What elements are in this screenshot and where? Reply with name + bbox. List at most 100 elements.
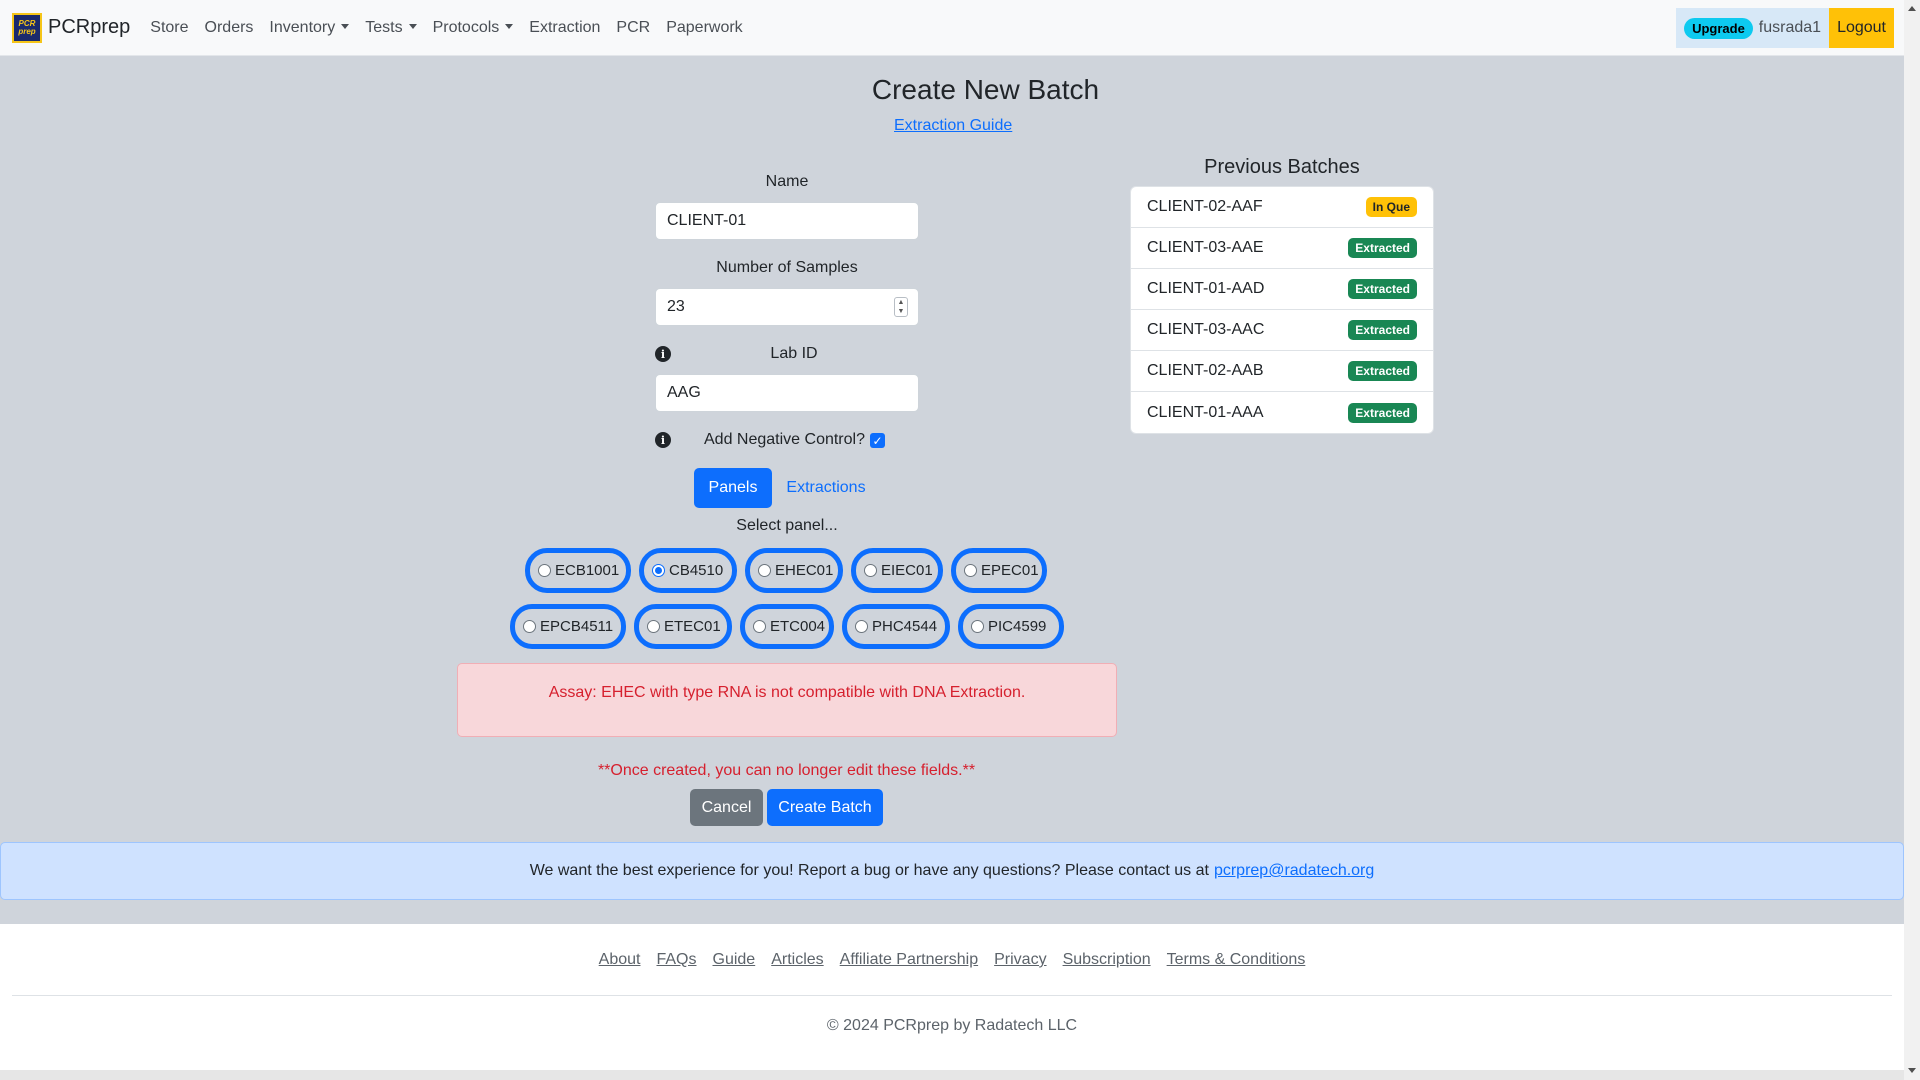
footer-link-about[interactable]: About bbox=[599, 951, 641, 969]
footer-link-guide[interactable]: Guide bbox=[713, 951, 756, 969]
user-block: Upgrade fusrada1 bbox=[1676, 8, 1830, 48]
status-badge: Extracted bbox=[1348, 238, 1417, 258]
previous-batches-list: CLIENT-02-AAF In Que CLIENT-03-AAE Extra… bbox=[1130, 186, 1434, 434]
radio-button[interactable] bbox=[753, 620, 766, 633]
nav-dropdown-protocols[interactable]: Protocols bbox=[425, 19, 522, 37]
tab-panels[interactable]: Panels bbox=[694, 468, 772, 508]
batch-name: CLIENT-02-AAF bbox=[1147, 198, 1263, 215]
create-batch-button[interactable]: Create Batch bbox=[767, 789, 883, 826]
footer-link-faqs[interactable]: FAQs bbox=[656, 951, 696, 969]
info-icon[interactable]: i bbox=[655, 432, 671, 448]
name-input[interactable]: CLIENT-01 bbox=[655, 202, 919, 240]
radio-button[interactable] bbox=[971, 620, 984, 633]
radio-button[interactable] bbox=[652, 564, 665, 577]
samples-input[interactable]: 23 ▲ ▼ bbox=[655, 288, 919, 326]
lab-id-input[interactable]: AAG bbox=[655, 374, 919, 412]
checkmark-icon: ✓ bbox=[872, 433, 883, 448]
radio-button[interactable] bbox=[864, 564, 877, 577]
stepper-icon[interactable]: ▲ ▼ bbox=[894, 297, 908, 317]
panel-option[interactable]: EPEC01 bbox=[951, 548, 1047, 593]
nav-links: Store Orders Inventory Tests Protocols E… bbox=[142, 19, 750, 37]
brand[interactable]: PCR prep PCRprep bbox=[12, 12, 130, 43]
status-badge: Extracted bbox=[1348, 320, 1417, 340]
nav-link-store[interactable]: Store bbox=[142, 19, 196, 37]
chevron-down-icon bbox=[408, 23, 417, 29]
radio-button[interactable] bbox=[538, 564, 551, 577]
brand-name[interactable]: PCRprep bbox=[48, 16, 130, 39]
top-navbar: PCR prep PCRprep Store Orders Inventory … bbox=[0, 0, 1904, 56]
panel-option[interactable]: CB4510 bbox=[639, 548, 737, 593]
negative-control-checkbox[interactable]: ✓ bbox=[870, 433, 885, 448]
tab-extractions[interactable]: Extractions bbox=[778, 468, 874, 508]
batch-name: CLIENT-01-AAA bbox=[1147, 403, 1264, 421]
batch-list-item[interactable]: CLIENT-01-AAA Extracted bbox=[1131, 392, 1433, 433]
batch-list-item[interactable]: CLIENT-03-AAE Extracted bbox=[1131, 228, 1433, 269]
scroll-up-icon[interactable] bbox=[1908, 6, 1916, 11]
radio-button[interactable] bbox=[855, 620, 868, 633]
status-badge: Extracted bbox=[1348, 361, 1417, 381]
batch-list-item[interactable]: CLIENT-01-AAD Extracted bbox=[1131, 269, 1433, 310]
vertical-scrollbar[interactable] bbox=[1904, 0, 1920, 1080]
batch-list-item[interactable]: CLIENT-03-AAC Extracted bbox=[1131, 310, 1433, 351]
footer-link-terms[interactable]: Terms & Conditions bbox=[1167, 951, 1306, 969]
panel-option[interactable]: ECB1001 bbox=[525, 548, 631, 593]
batch-name: CLIENT-02-AAB bbox=[1147, 362, 1264, 379]
previous-batches-title: Previous Batches bbox=[1204, 156, 1360, 178]
footer: About FAQs Guide Articles Affiliate Part… bbox=[0, 924, 1904, 1070]
batch-list-item[interactable]: CLIENT-02-AAF In Que bbox=[1131, 187, 1433, 228]
negative-control-label: Add Negative Control? bbox=[704, 431, 865, 448]
batch-name: CLIENT-03-AAC bbox=[1147, 321, 1265, 338]
nav-dropdown-inventory[interactable]: Inventory bbox=[261, 19, 357, 37]
info-icon[interactable]: i bbox=[655, 346, 671, 362]
extraction-guide-link[interactable]: Extraction Guide bbox=[894, 117, 1012, 135]
contact-email-link[interactable]: pcrprep@radatech.org bbox=[1214, 862, 1374, 880]
radio-button[interactable] bbox=[964, 564, 977, 577]
username[interactable]: fusrada1 bbox=[1759, 19, 1821, 37]
select-panel-label: Select panel... bbox=[736, 517, 838, 534]
panel-option[interactable]: ETC004 bbox=[740, 604, 834, 649]
batch-list-item[interactable]: CLIENT-02-AAB Extracted bbox=[1131, 351, 1433, 392]
contact-text: We want the best experience for you! Rep… bbox=[529, 862, 1209, 879]
upgrade-badge[interactable]: Upgrade bbox=[1684, 17, 1753, 39]
copyright: © 2024 PCRprep by Radatech LLC bbox=[826, 1017, 1078, 1034]
status-badge: In Que bbox=[1365, 197, 1417, 217]
footer-link-affiliate[interactable]: Affiliate Partnership bbox=[840, 951, 978, 969]
radio-button[interactable] bbox=[758, 564, 771, 577]
samples-label: Number of Samples bbox=[716, 259, 858, 276]
name-label: Name bbox=[765, 173, 809, 190]
footer-divider bbox=[12, 995, 1892, 996]
panel-option[interactable]: EPCB4511 bbox=[510, 604, 626, 649]
status-badge: Extracted bbox=[1348, 279, 1417, 299]
horizontal-scrollbar[interactable] bbox=[0, 1070, 1904, 1080]
panel-option[interactable]: EHEC01 bbox=[745, 548, 843, 593]
brand-logo: PCR prep bbox=[12, 12, 42, 43]
cancel-button[interactable]: Cancel bbox=[690, 789, 763, 826]
radio-button[interactable] bbox=[647, 620, 660, 633]
nav-dropdown-tests[interactable]: Tests bbox=[357, 19, 424, 37]
footer-links: About FAQs Guide Articles Affiliate Part… bbox=[0, 951, 1904, 969]
lab-id-label: Lab ID bbox=[770, 345, 818, 362]
contact-banner: We want the best experience for you! Rep… bbox=[0, 842, 1904, 900]
error-alert: Assay: EHEC with type RNA is not compati… bbox=[457, 663, 1117, 737]
footer-link-subscription[interactable]: Subscription bbox=[1063, 951, 1151, 969]
panel-option[interactable]: PIC4599 bbox=[958, 604, 1064, 649]
status-badge: Extracted bbox=[1348, 402, 1417, 423]
batch-name: CLIENT-03-AAE bbox=[1147, 239, 1264, 256]
nav-link-extraction[interactable]: Extraction bbox=[521, 19, 608, 37]
user-area: Upgrade fusrada1 Logout bbox=[1676, 8, 1894, 48]
panel-option[interactable]: EIEC01 bbox=[851, 548, 943, 593]
footer-link-articles[interactable]: Articles bbox=[771, 951, 823, 969]
logout-button[interactable]: Logout bbox=[1829, 8, 1894, 48]
nav-link-orders[interactable]: Orders bbox=[197, 19, 262, 37]
footer-link-privacy[interactable]: Privacy bbox=[994, 951, 1046, 969]
panel-option[interactable]: PHC4544 bbox=[842, 604, 950, 649]
scroll-down-icon[interactable] bbox=[1908, 1068, 1916, 1073]
radio-button[interactable] bbox=[523, 620, 536, 633]
edit-warning: **Once created, you can no longer edit t… bbox=[597, 762, 976, 779]
batch-name: CLIENT-01-AAD bbox=[1147, 280, 1265, 297]
chevron-down-icon bbox=[505, 23, 514, 29]
nav-link-pcr[interactable]: PCR bbox=[608, 19, 658, 37]
nav-link-paperwork[interactable]: Paperwork bbox=[658, 19, 750, 37]
chevron-down-icon bbox=[341, 23, 350, 29]
panel-option[interactable]: ETEC01 bbox=[634, 604, 732, 649]
